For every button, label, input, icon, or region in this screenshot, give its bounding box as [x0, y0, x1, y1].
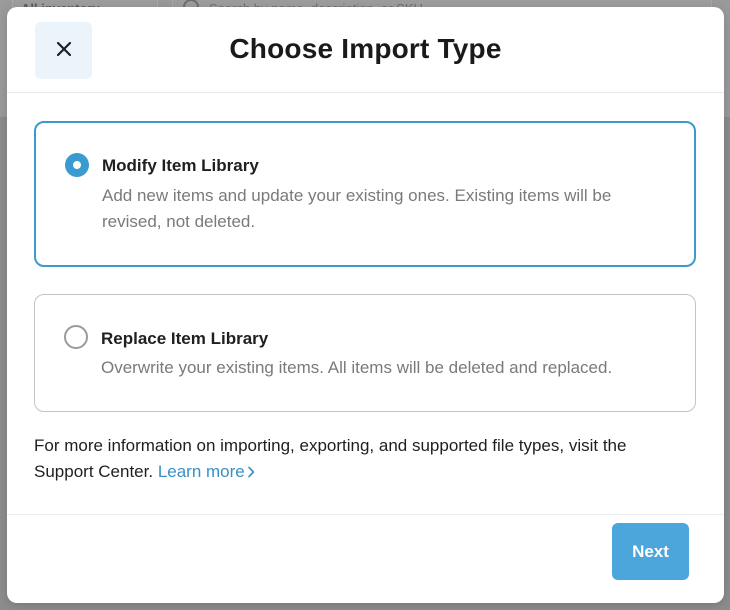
option-description: Add new items and update your existing o… [102, 186, 612, 231]
option-title: Replace Item Library [101, 329, 269, 348]
option-description: Overwrite your existing items. All items… [101, 358, 613, 377]
option-title: Modify Item Library [102, 156, 259, 175]
radio-selected[interactable] [65, 153, 89, 177]
chevron-right-icon [245, 464, 256, 481]
option-modify-item-library[interactable]: Modify Item Library Add new items and up… [34, 121, 696, 267]
import-type-dialog: Choose Import Type Modify Item Library A… [7, 7, 724, 603]
next-button[interactable]: Next [612, 523, 689, 580]
learn-more-link[interactable]: Learn more [158, 462, 256, 481]
support-info-text: For more information on importing, expor… [34, 436, 627, 481]
radio-unselected[interactable] [64, 325, 88, 349]
option-replace-item-library[interactable]: Replace Item Library Overwrite your exis… [34, 294, 696, 412]
learn-more-label: Learn more [157, 462, 245, 481]
support-info: For more information on importing, expor… [34, 433, 684, 486]
dialog-title: Choose Import Type [229, 33, 502, 64]
dialog-header: Choose Import Type [7, 7, 724, 93]
